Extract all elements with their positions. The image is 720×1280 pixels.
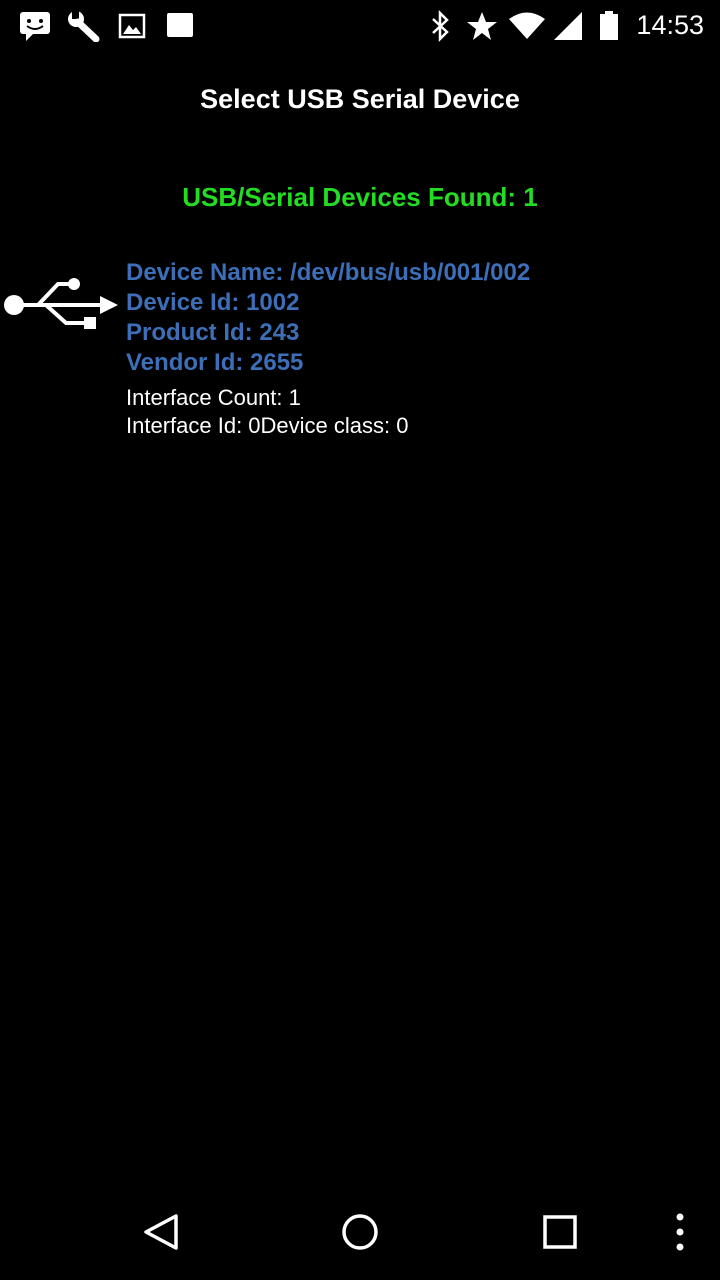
usb-icon <box>4 278 118 329</box>
back-icon[interactable] <box>136 1208 184 1256</box>
signal-icon <box>554 12 582 40</box>
bluetooth-icon <box>432 10 449 42</box>
interface-id: Interface Id: 0Device class: 0 <box>126 413 409 438</box>
device-id: Device Id: 1002 <box>126 289 300 316</box>
device-name: Device Name: /dev/bus/usb/001/002 <box>126 259 531 286</box>
interface-count: Interface Count: 1 <box>126 385 301 410</box>
home-icon[interactable] <box>336 1208 384 1256</box>
battery-icon <box>600 11 618 40</box>
device-list-item[interactable]: Device Name: /dev/bus/usb/001/002 Device… <box>0 258 720 458</box>
devices-found-label: USB/Serial Devices Found: 1 <box>182 182 538 212</box>
wrench-icon <box>68 10 100 42</box>
recents-icon[interactable] <box>536 1208 584 1256</box>
wifi-icon <box>509 12 545 39</box>
vendor-id: Vendor Id: 2655 <box>126 349 304 376</box>
status-bar: 14:53 <box>0 0 720 50</box>
product-id: Product Id: 243 <box>126 319 300 346</box>
device-info: Device Name: /dev/bus/usb/001/002 Device… <box>126 258 530 440</box>
overflow-menu-icon[interactable] <box>656 1208 704 1256</box>
navigation-bar <box>0 1184 720 1280</box>
image-icon <box>118 13 146 39</box>
clock: 14:53 <box>636 10 704 40</box>
message-icon <box>20 12 50 41</box>
page-title: Select USB Serial Device <box>200 84 520 114</box>
square-icon <box>167 13 193 37</box>
star-icon <box>467 12 497 40</box>
